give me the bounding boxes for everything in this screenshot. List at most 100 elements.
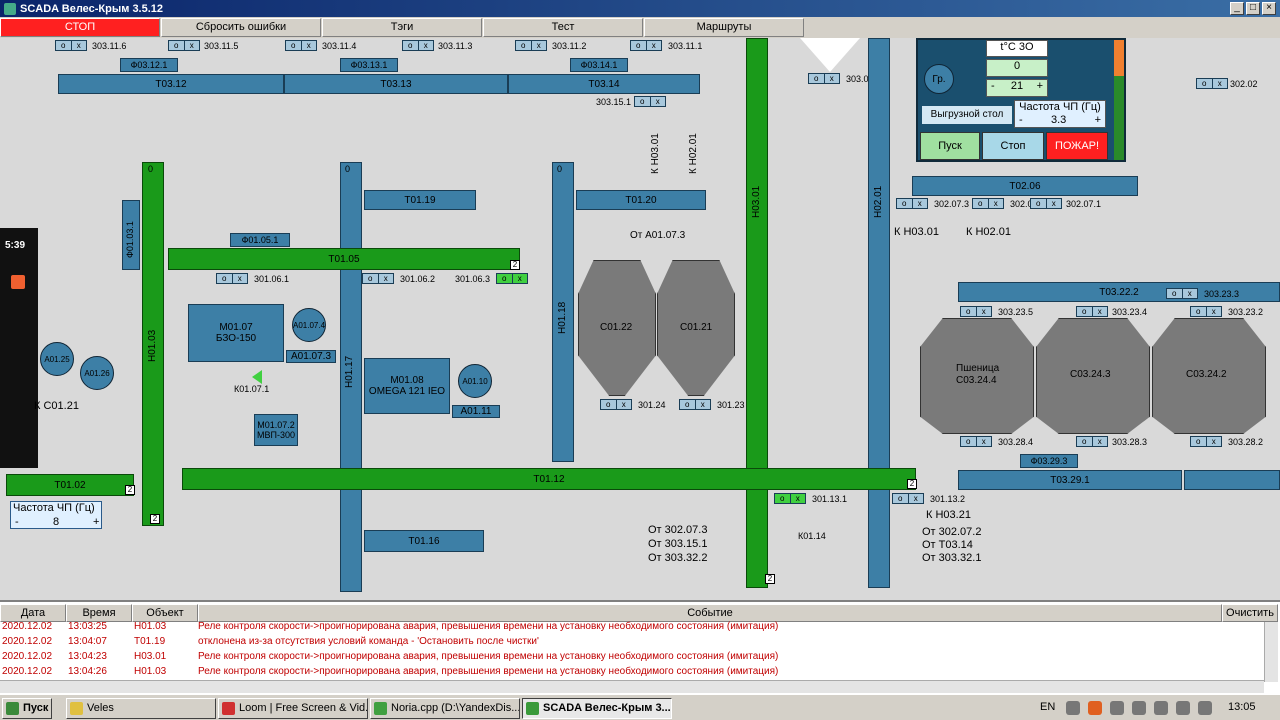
valve-open[interactable]: o (516, 41, 532, 50)
motor-a01-25[interactable]: А01.25 (40, 342, 74, 376)
valve-open[interactable]: o (893, 494, 909, 503)
filter-f01-05-1[interactable]: Ф01.05.1 (230, 233, 290, 247)
valve-close[interactable]: x (232, 274, 247, 283)
machine-m01-07-2[interactable]: М01.07.2 МВП-300 (254, 414, 298, 446)
valve-303-11-4[interactable]: ox (285, 40, 317, 51)
valve-close[interactable]: x (1206, 437, 1221, 446)
valve-close[interactable]: x (976, 437, 991, 446)
valve-302-02[interactable]: ox (1196, 78, 1228, 89)
valve-open[interactable]: o (961, 437, 977, 446)
start-menu-button[interactable]: Пуск (2, 698, 52, 719)
valve-301-13-2[interactable]: ox (892, 493, 924, 504)
log-row[interactable]: 2020.12.02 13:04:23 Н03.01 Реле контроля… (0, 650, 1262, 665)
filter-f03-12-1[interactable]: Ф03.12.1 (120, 58, 178, 72)
close-button[interactable]: × (1262, 2, 1276, 15)
valve-303-28-4[interactable]: ox (960, 436, 992, 447)
language-indicator[interactable]: EN (1040, 701, 1055, 713)
valve-open[interactable]: o (601, 400, 617, 409)
valve-303-28-3[interactable]: ox (1076, 436, 1108, 447)
valve-303-11-3[interactable]: ox (402, 40, 434, 51)
machine-m01-07[interactable]: М01.07 БЗО-150 (188, 304, 284, 362)
elevator-h03-01[interactable] (746, 38, 768, 588)
valve-open[interactable]: o (497, 274, 513, 283)
valve-301-06-2[interactable]: ox (362, 273, 394, 284)
tray-icon[interactable] (1198, 701, 1212, 715)
valve-open[interactable]: o (1077, 437, 1093, 446)
reset-errors-button[interactable]: Сбросить ошибки (161, 18, 321, 37)
fire-icon[interactable] (1088, 701, 1102, 715)
valve-open[interactable]: o (169, 41, 185, 50)
conveyor-t01-12[interactable]: Т01.12 (182, 468, 916, 490)
valve-303-23-3[interactable]: ox (1166, 288, 1198, 299)
tray-icon[interactable] (1066, 701, 1080, 715)
valve-close[interactable]: x (1206, 307, 1221, 316)
group-button[interactable]: Гр. (924, 64, 954, 94)
valve-303-11-2[interactable]: ox (515, 40, 547, 51)
valve-301-23[interactable]: ox (679, 399, 711, 410)
valve-open[interactable]: o (217, 274, 233, 283)
valve-open[interactable]: o (680, 400, 696, 409)
valve-303-11-6[interactable]: ox (55, 40, 87, 51)
valve-close[interactable]: x (301, 41, 316, 50)
valve-close[interactable]: x (1046, 199, 1061, 208)
valve-close[interactable]: x (646, 41, 661, 50)
conveyor-t03-13[interactable]: Т03.13 (284, 74, 508, 94)
filter-f03-14-1[interactable]: Ф03.14.1 (570, 58, 628, 72)
conveyor-t02-06[interactable]: Т02.06 (912, 176, 1138, 196)
motor-a01-11[interactable]: А01.11 (452, 405, 500, 418)
valve-open[interactable]: o (363, 274, 379, 283)
valve-open[interactable]: o (286, 41, 302, 50)
valve-301-13-1[interactable]: ox (774, 493, 806, 504)
valve-close[interactable]: x (512, 274, 527, 283)
valve-open[interactable]: o (1197, 79, 1213, 88)
task-loom[interactable]: Loom | Free Screen & Vid... (218, 698, 368, 719)
valve-close[interactable]: x (824, 74, 839, 83)
valve-301-06-3[interactable]: ox (496, 273, 528, 284)
conveyor-t03-29-1[interactable]: Т03.29.1 (958, 470, 1182, 490)
valve-close[interactable]: x (1092, 437, 1107, 446)
routes-button[interactable]: Маршруты (644, 18, 804, 37)
valve-close[interactable]: x (1092, 307, 1107, 316)
valve-302-07-1[interactable]: ox (1030, 198, 1062, 209)
valve-open[interactable]: o (56, 41, 72, 50)
conveyor-t01-20[interactable]: Т01.20 (576, 190, 706, 210)
valve-open[interactable]: o (1031, 199, 1047, 208)
motor-a01-07-4[interactable]: А01.07.4 (292, 308, 326, 342)
conveyor-right-edge[interactable] (1184, 470, 1280, 490)
minimize-button[interactable]: _ (1230, 2, 1244, 15)
tray-icon[interactable] (1154, 701, 1168, 715)
valve-303-11-1[interactable]: ox (630, 40, 662, 51)
temp-increase-button[interactable]: + (1037, 80, 1043, 92)
valve-open[interactable]: o (973, 199, 989, 208)
valve-close[interactable]: x (695, 400, 710, 409)
valve-301-06-1[interactable]: ox (216, 273, 248, 284)
stop-button[interactable]: СТОП (0, 18, 160, 37)
valve-close[interactable]: x (790, 494, 805, 503)
log-row[interactable]: 2020.12.02 13:04:07 Т01.19 отклонена из-… (0, 635, 1262, 650)
valve-open[interactable]: o (403, 41, 419, 50)
valve-close[interactable]: x (184, 41, 199, 50)
task-noria[interactable]: Noria.cpp (D:\YandexDis... (370, 698, 520, 719)
temp-decrease-button[interactable]: - (991, 80, 995, 92)
valve-open[interactable]: o (809, 74, 825, 83)
valve-close[interactable]: x (1182, 289, 1197, 298)
fire-alarm-button[interactable]: ПОЖАР! (1046, 132, 1108, 160)
conveyor-t01-16[interactable]: Т01.16 (364, 530, 484, 552)
valve-open[interactable]: o (1191, 437, 1207, 446)
task-veles[interactable]: Veles (66, 698, 216, 719)
conveyor-t01-05[interactable]: Т01.05 (168, 248, 520, 270)
valve-302-07-3[interactable]: ox (896, 198, 928, 209)
conveyor-t03-12[interactable]: Т03.12 (58, 74, 284, 94)
valve-close[interactable]: x (908, 494, 923, 503)
conveyor-t01-02[interactable]: Т01.02 (6, 474, 134, 496)
valve-close[interactable]: x (650, 97, 665, 106)
valve-close[interactable]: x (71, 41, 86, 50)
filter-f03-29-3[interactable]: Ф03.29.3 (1020, 454, 1078, 468)
valve-303-11-5[interactable]: ox (168, 40, 200, 51)
tags-button[interactable]: Тэги (322, 18, 482, 37)
maximize-button[interactable]: □ (1246, 2, 1260, 15)
motor-a01-26[interactable]: А01.26 (80, 356, 114, 390)
freq-increase-button[interactable]: + (93, 516, 99, 528)
tray-icon[interactable] (1110, 701, 1124, 715)
filter-f03-13-1[interactable]: Ф03.13.1 (340, 58, 398, 72)
